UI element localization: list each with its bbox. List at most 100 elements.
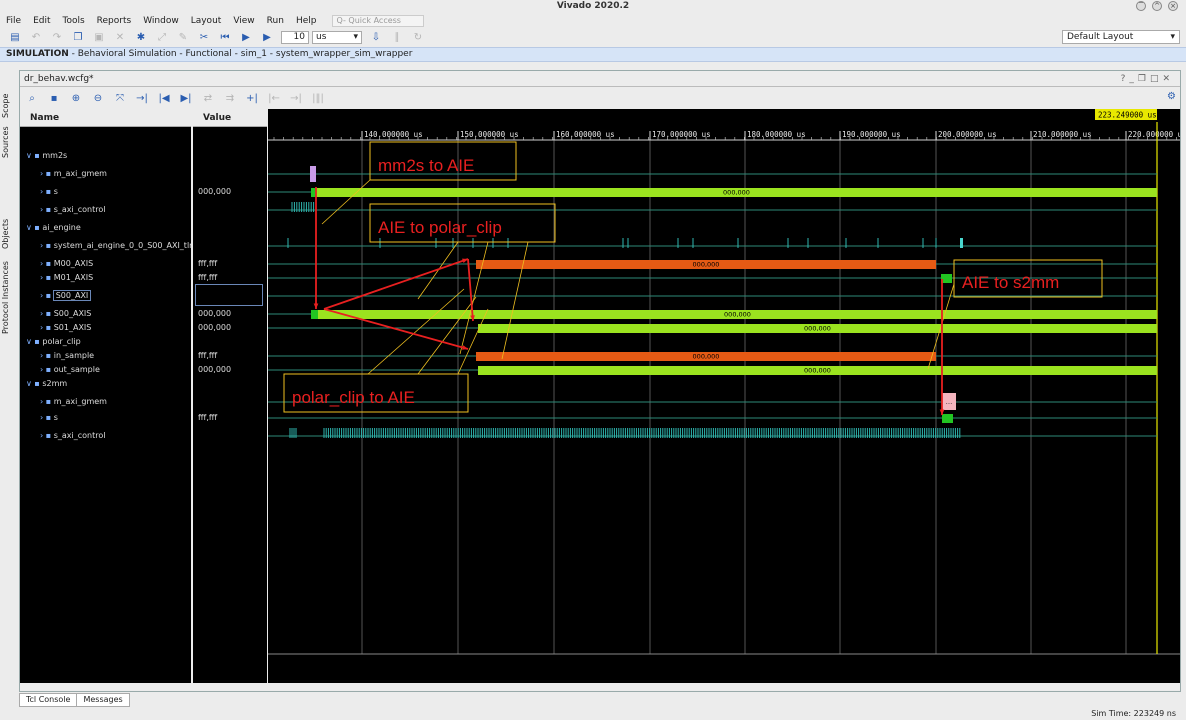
signal-row[interactable]: › ▪ S01_AXIS <box>20 322 191 334</box>
zoom-out-icon[interactable]: ⊖ <box>91 92 105 105</box>
pulse-marker <box>960 238 963 248</box>
bus-expand-icon[interactable]: › ▪ <box>40 241 54 250</box>
copy-icon[interactable]: ❐ <box>71 31 85 44</box>
group-expand-icon[interactable]: ∨ ▪ <box>26 379 42 388</box>
signal-row[interactable]: › ▪ S00_AXIS <box>20 308 191 320</box>
gear-icon[interactable]: ⚙ <box>1167 91 1176 102</box>
swap-cursor-icon[interactable]: ⇄ <box>201 92 215 105</box>
prev-marker-icon[interactable]: |← <box>267 92 281 105</box>
menu-run[interactable]: Run <box>267 16 284 26</box>
add-marker-icon[interactable]: +| <box>245 92 259 105</box>
go-cursor-icon[interactable]: →| <box>135 92 149 105</box>
bus-expand-icon[interactable]: › ▪ <box>40 323 54 332</box>
step-icon[interactable]: ⇩ <box>369 31 383 44</box>
signal-name: out_sample <box>53 365 100 374</box>
run-time-input[interactable]: 10 <box>281 31 309 44</box>
tab-sources[interactable]: Sources <box>1 122 15 162</box>
bus-expand-icon[interactable]: › ▪ <box>40 273 54 282</box>
bus-expand-icon[interactable]: › ▪ <box>40 413 54 422</box>
bus-expand-icon[interactable]: › ▪ <box>40 169 54 178</box>
run-unit-select[interactable]: us <box>312 31 362 44</box>
signal-row[interactable]: › ▪ s <box>20 412 191 424</box>
bus-expand-icon[interactable]: › ▪ <box>40 397 54 406</box>
bus-expand-icon[interactable]: › ▪ <box>40 291 54 300</box>
signal-row[interactable]: ∨ ▪ polar_clip <box>20 336 191 348</box>
tab-messages[interactable]: Messages <box>76 693 130 707</box>
menu-view[interactable]: View <box>233 16 254 26</box>
zoom-fit-icon[interactable]: ⤧ <box>113 92 127 105</box>
bus-expand-icon[interactable]: › ▪ <box>40 259 54 268</box>
zoom-in-icon[interactable]: ⊕ <box>69 92 83 105</box>
paste-icon[interactable]: ▣ <box>92 31 106 44</box>
menu-reports[interactable]: Reports <box>97 16 132 26</box>
go-start-icon[interactable]: |◀ <box>157 92 171 105</box>
undo-icon[interactable]: ↶ <box>29 31 43 44</box>
signal-row[interactable]: › ▪ m_axi_gmem <box>20 396 191 408</box>
restart-icon[interactable]: ⏮ <box>218 31 232 44</box>
menu-file[interactable]: File <box>6 16 21 26</box>
pause-icon[interactable]: ∥ <box>390 31 404 44</box>
bus-expand-icon[interactable]: › ▪ <box>40 431 54 440</box>
bus-expand-icon[interactable]: › ▪ <box>40 205 54 214</box>
relaunch-icon[interactable]: ↻ <box>411 31 425 44</box>
delete-icon[interactable]: ✕ <box>113 31 127 44</box>
menu-edit[interactable]: Edit <box>33 16 50 26</box>
open-icon[interactable]: ▤ <box>8 31 22 44</box>
bus-expand-icon[interactable]: › ▪ <box>40 365 54 374</box>
cut-icon[interactable]: ✂ <box>197 31 211 44</box>
signal-row[interactable]: › ▪ M00_AXIS <box>20 258 191 270</box>
bottom-tabs: Tcl Console Messages <box>19 693 130 707</box>
signal-row[interactable]: › ▪ m_axi_gmem <box>20 168 191 180</box>
tab-tcl-console[interactable]: Tcl Console <box>19 693 78 707</box>
signal-row[interactable]: › ▪ S00_AXI <box>20 290 191 302</box>
close-icon[interactable]: × <box>1168 1 1178 11</box>
quick-access-input[interactable]: Q- Quick Access <box>332 15 425 27</box>
next-marker-icon[interactable]: →| <box>289 92 303 105</box>
value-column-header[interactable]: Value <box>193 109 267 127</box>
group-expand-icon[interactable]: ∨ ▪ <box>26 151 42 160</box>
run-for-icon[interactable]: ▶ <box>260 31 274 44</box>
group-expand-icon[interactable]: ∨ ▪ <box>26 337 42 346</box>
panel-window-buttons[interactable]: ?_❐□✕ <box>1121 71 1174 87</box>
go-end-icon[interactable]: ▶| <box>179 92 193 105</box>
bus-expand-icon[interactable]: › ▪ <box>40 187 54 196</box>
settings-icon[interactable]: ✱ <box>134 31 148 44</box>
signal-row[interactable]: ∨ ▪ ai_engine <box>20 222 191 234</box>
menu-help[interactable]: Help <box>296 16 317 26</box>
signal-row[interactable]: › ▪ M01_AXIS <box>20 272 191 284</box>
bus-expand-icon[interactable]: › ▪ <box>40 309 54 318</box>
signal-name: M01_AXIS <box>53 273 94 282</box>
bus-expand-icon[interactable]: › ▪ <box>40 351 54 360</box>
redo-icon[interactable]: ↷ <box>50 31 64 44</box>
minimize-icon[interactable]: ‾ <box>1136 1 1146 11</box>
tool-icon[interactable]: ⤢ <box>155 31 169 44</box>
tab-objects[interactable]: Objects <box>1 214 15 254</box>
waveform-area[interactable]: 140.000000 us 150.000000 us 160.000000 us 1… <box>268 109 1180 683</box>
save-icon[interactable]: ▪ <box>47 92 61 105</box>
layout-select[interactable]: Default Layout ▾ <box>1062 30 1180 44</box>
timeline-bar <box>268 109 1180 127</box>
selected-value-cell[interactable] <box>195 284 263 306</box>
group-expand-icon[interactable]: ∨ ▪ <box>26 223 42 232</box>
signal-row[interactable]: › ▪ out_sample <box>20 364 191 376</box>
cursor-icon[interactable]: |‖| <box>311 92 325 105</box>
signal-row[interactable]: › ▪ s_axi_control <box>20 430 191 442</box>
signal-row[interactable]: › ▪ s <box>20 186 191 198</box>
signal-row[interactable]: › ▪ system_ai_engine_0_0_S00_AXI_tlm <box>20 240 191 252</box>
signal-row[interactable]: › ▪ s_axi_control <box>20 204 191 216</box>
run-all-icon[interactable]: ▶ <box>239 31 253 44</box>
maximize-icon[interactable]: ^ <box>1152 1 1162 11</box>
name-column-header[interactable]: Name <box>20 109 191 127</box>
menu-layout[interactable]: Layout <box>191 16 222 26</box>
snap-icon[interactable]: ⇉ <box>223 92 237 105</box>
menu-tools[interactable]: Tools <box>63 16 85 26</box>
tab-protocol-instances[interactable]: Protocol Instances <box>1 256 15 340</box>
signal-row[interactable]: › ▪ in_sample <box>20 350 191 362</box>
signal-row[interactable]: ∨ ▪ mm2s <box>20 150 191 162</box>
edit-icon[interactable]: ✎ <box>176 31 190 44</box>
search-icon[interactable]: ⌕ <box>25 92 39 105</box>
tab-scope[interactable]: Scope <box>1 86 15 126</box>
menu-window[interactable]: Window <box>143 16 179 26</box>
signal-row[interactable]: ∨ ▪ s2mm <box>20 378 191 390</box>
signal-name: M00_AXIS <box>53 259 94 268</box>
